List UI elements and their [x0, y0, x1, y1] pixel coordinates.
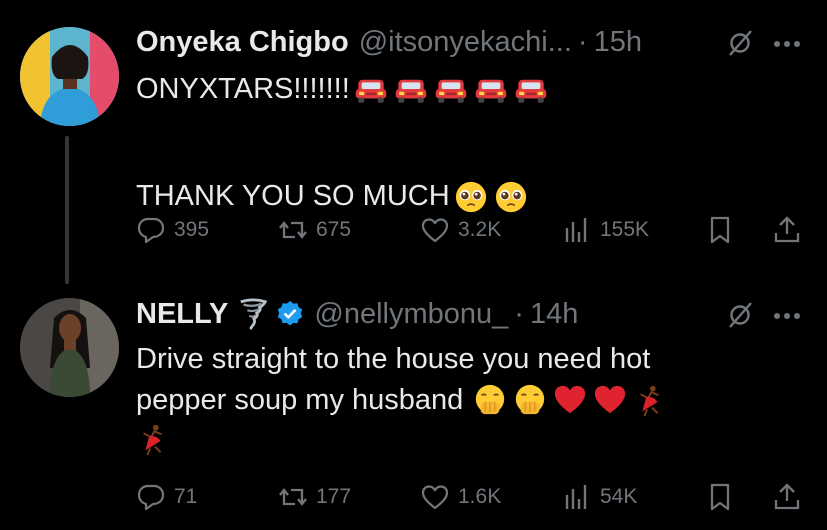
pleading-face-emoji	[454, 180, 488, 214]
red-car-emoji	[474, 73, 508, 107]
reply-count: 71	[174, 485, 198, 508]
tweet-line-text: THANK YOU SO MUCH	[136, 180, 450, 212]
reply-icon	[136, 482, 166, 512]
share-button[interactable]	[772, 482, 802, 512]
tornado-emoji	[238, 298, 268, 330]
separator-dot: ·	[514, 297, 524, 330]
red-car-emoji	[514, 73, 548, 107]
tweet-text: Drive straight to the house you need hot…	[136, 340, 667, 457]
author-name[interactable]: NELLY	[136, 298, 228, 331]
dancer-emoji	[633, 383, 667, 417]
hand-over-mouth-emoji	[473, 383, 507, 417]
views-icon	[562, 482, 592, 512]
tweet-header: Onyeka Chigbo @itsonyekachi... · 15h	[136, 22, 736, 62]
tweet-line-3	[136, 421, 667, 457]
tweet-header: NELLY @nellymbonu_ · 14h	[136, 294, 736, 334]
timestamp[interactable]: 15h	[594, 26, 642, 59]
like-count: 3.2K	[458, 218, 502, 241]
timestamp[interactable]: 14h	[530, 298, 578, 331]
like-button[interactable]: 3.2K	[420, 215, 501, 245]
reply-count: 395	[174, 218, 210, 241]
repost-count: 675	[316, 218, 352, 241]
views-count: 155K	[600, 218, 650, 241]
repost-button[interactable]: 177	[278, 482, 351, 512]
dancer-emoji	[136, 422, 170, 456]
repost-button[interactable]: 675	[278, 215, 351, 245]
red-heart-emoji	[593, 383, 627, 417]
tweet-text: ONYXTARS!!!!!!! THANK YOU SO MUCH	[136, 70, 548, 216]
like-button[interactable]: 1.6K	[420, 482, 501, 512]
thread-line	[65, 136, 69, 284]
views-button[interactable]: 155K	[562, 215, 649, 245]
repost-count: 177	[316, 485, 352, 508]
avatar[interactable]	[20, 27, 119, 126]
share-icon	[772, 215, 802, 245]
verified-badge-icon[interactable]	[276, 300, 304, 328]
bookmark-button[interactable]	[705, 215, 735, 245]
views-icon	[562, 215, 592, 245]
hand-over-mouth-emoji	[513, 383, 547, 417]
tweet-line-3: THANK YOU SO MUCH	[136, 177, 548, 216]
reply-button[interactable]: 71	[136, 482, 197, 512]
tweet-1[interactable]: Onyeka Chigbo @itsonyekachi... · 15h ONY…	[0, 0, 827, 284]
bookmark-icon	[705, 482, 735, 512]
more-icon[interactable]	[767, 29, 807, 59]
pleading-face-emoji	[494, 180, 528, 214]
bookmark-button[interactable]	[705, 482, 735, 512]
avatar[interactable]	[20, 298, 119, 397]
grok-icon[interactable]	[725, 28, 755, 58]
like-icon	[420, 215, 450, 245]
tweet-2[interactable]: NELLY @nellymbonu_ · 14h Drive straight …	[0, 270, 827, 530]
action-bar: 395 675 3.2K 155K	[136, 212, 816, 248]
tweet-line-1: ONYXTARS!!!!!!!	[136, 70, 548, 109]
tweet-line-text: Drive straight to the house you need hot	[136, 343, 651, 375]
tweet-line-1: Drive straight to the house you need hot	[136, 340, 667, 379]
views-button[interactable]: 54K	[562, 482, 637, 512]
reply-icon	[136, 215, 166, 245]
author-handle[interactable]: @nellymbonu_	[314, 298, 508, 331]
repost-icon	[278, 482, 308, 512]
share-button[interactable]	[772, 215, 802, 245]
red-car-emoji	[354, 73, 388, 107]
action-bar: 71 177 1.6K 54K	[136, 479, 816, 515]
bookmark-icon	[705, 215, 735, 245]
tweet-line-text: pepper soup my husband	[136, 383, 464, 416]
red-car-emoji	[394, 73, 428, 107]
repost-icon	[278, 215, 308, 245]
separator-dot: ·	[577, 25, 588, 58]
reply-button[interactable]: 395	[136, 215, 209, 245]
author-name[interactable]: Onyeka Chigbo	[136, 26, 349, 59]
like-count: 1.6K	[458, 485, 502, 508]
author-handle[interactable]: @itsonyekachi...	[359, 26, 572, 59]
views-count: 54K	[600, 485, 638, 508]
tweet-line-2: pepper soup my husband	[136, 379, 667, 421]
share-icon	[772, 482, 802, 512]
tweet-line-2	[136, 109, 548, 148]
tweet-line-text: ONYXTARS!!!!!!!	[136, 73, 350, 105]
like-icon	[420, 482, 450, 512]
red-car-emoji	[434, 73, 468, 107]
red-heart-emoji	[553, 383, 587, 417]
grok-icon[interactable]	[725, 300, 755, 330]
more-icon[interactable]	[767, 301, 807, 331]
